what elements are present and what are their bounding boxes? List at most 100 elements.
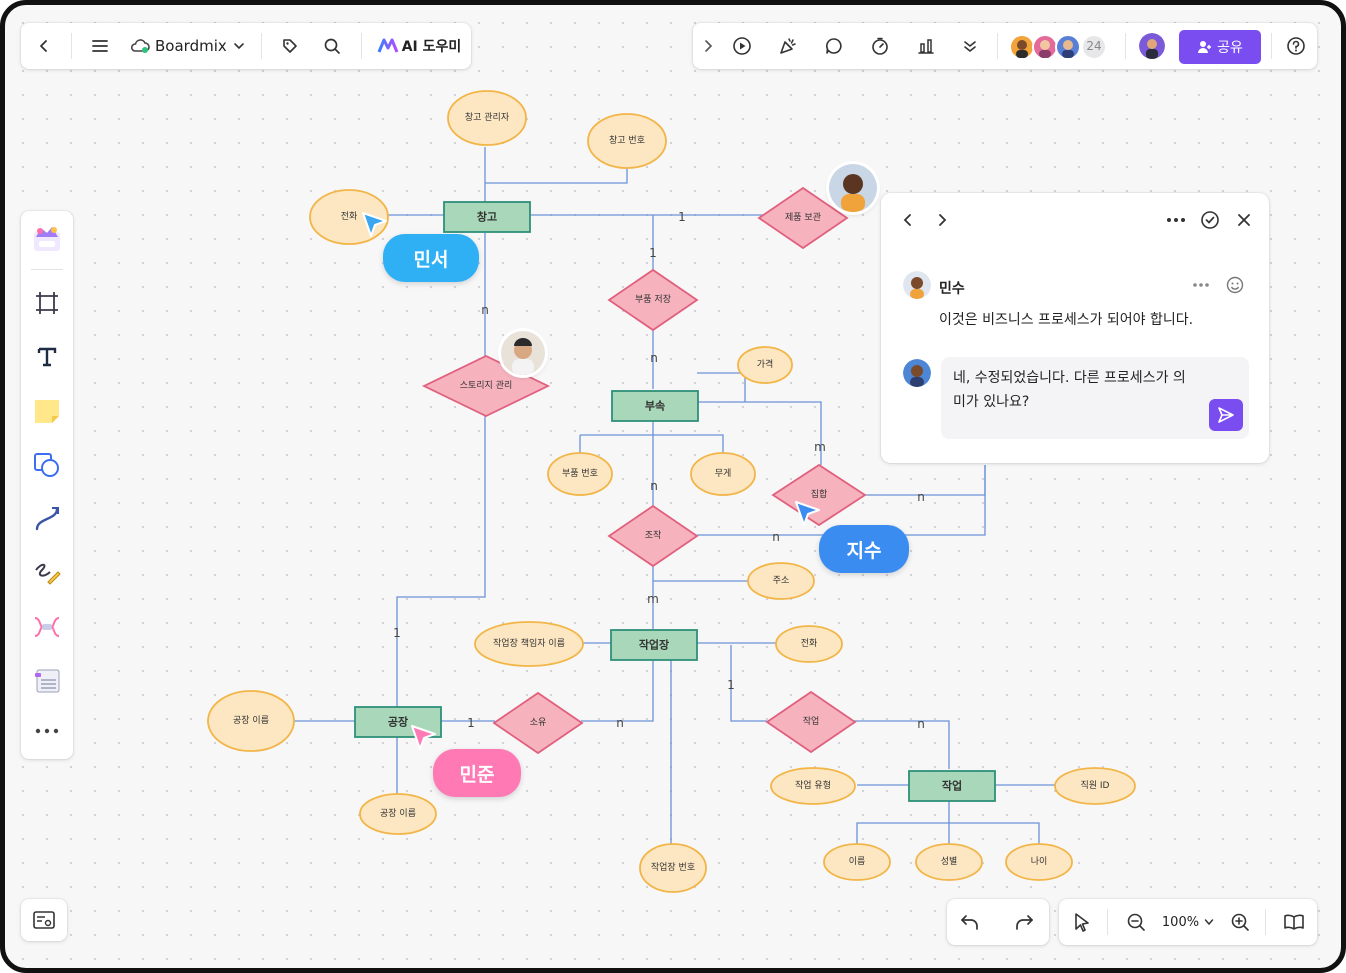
collaborator-avatar (1055, 34, 1081, 60)
zoom-in-icon (1231, 913, 1249, 931)
template-icon (34, 227, 60, 251)
left-toolbar (21, 211, 73, 759)
minimap-icon (33, 911, 55, 929)
relationship-label: 작업 (803, 716, 820, 727)
current-user-avatar[interactable] (1139, 33, 1165, 59)
add-user-icon (1198, 41, 1212, 53)
collaborator-avatar-canvas (501, 331, 545, 375)
pen-tool[interactable] (29, 555, 65, 591)
relationship-label: 소유 (530, 717, 547, 728)
more-tools[interactable] (29, 713, 65, 749)
more-horizontal-icon (35, 728, 59, 734)
timer-button[interactable] (865, 31, 895, 61)
cardinality-label: n (917, 717, 925, 731)
shape-tool[interactable] (29, 447, 65, 483)
attribute-label: 성별 (941, 856, 958, 867)
cardinality-label: 1 (649, 246, 657, 260)
search-button[interactable] (317, 31, 347, 61)
help-button[interactable] (1281, 31, 1311, 61)
next-comment-button[interactable] (929, 207, 955, 233)
help-icon (1287, 37, 1305, 55)
pointer-arrow-icon (1075, 913, 1089, 932)
minimap-button[interactable] (21, 899, 67, 941)
add-reaction-button[interactable] (1223, 273, 1247, 297)
zoom-in-button[interactable] (1225, 907, 1255, 937)
chevron-left-icon (40, 40, 47, 52)
attribute-label: 직원 ID (1080, 780, 1109, 791)
comment-more-button[interactable] (1189, 273, 1213, 297)
zoom-out-button[interactable] (1121, 907, 1151, 937)
present-button[interactable] (727, 31, 757, 61)
celebrate-button[interactable] (773, 31, 803, 61)
board-name-dropdown[interactable]: Boardmix (129, 31, 255, 61)
share-label: 공유 (1217, 40, 1243, 56)
close-comment-button[interactable] (1231, 207, 1257, 233)
frame-tool[interactable] (29, 285, 65, 321)
shapes-icon (34, 453, 59, 477)
mindmap-icon (34, 617, 60, 637)
cardinality-label: m (647, 592, 659, 606)
hamburger-icon (92, 40, 108, 52)
undo-button[interactable] (955, 907, 985, 937)
mindmap-tool[interactable] (29, 609, 65, 645)
send-reply-button[interactable] (1209, 399, 1243, 431)
cursor-label-minjun: 민준 (433, 749, 521, 797)
relationship-label: 제품 보관 (785, 212, 821, 223)
cardinality-label: 1 (393, 626, 401, 640)
cardinality-label: 1 (678, 210, 686, 224)
connector-line (581, 661, 654, 722)
vote-button[interactable] (911, 31, 941, 61)
app-window: 창고 관리자 창고 번호 전화 가격 부품 번호 무게 주소 작업장 책임자 이름 전화 공장 이… (0, 0, 1346, 973)
attribute-label: 작업장 번호 (651, 862, 695, 873)
connector-tool[interactable] (29, 501, 65, 537)
redo-icon (1016, 915, 1033, 930)
resolve-comment-button[interactable] (1197, 207, 1223, 233)
tag-icon (283, 39, 297, 53)
whiteboard-canvas[interactable]: 창고 관리자창고 번호전화가격부품 번호 무게주소작업장 책임자 이름 전화공장 이… (5, 5, 1341, 968)
text-icon (37, 347, 57, 367)
menu-button[interactable] (85, 31, 115, 61)
zoom-level: 100% (1161, 914, 1200, 930)
reply-text-line-1: 네, 수정되었습니다. 다른 프로세스가 의 (953, 370, 1186, 386)
text-tool[interactable] (29, 339, 65, 375)
guide-button[interactable] (1279, 907, 1309, 937)
cardinality-label: n (772, 530, 780, 544)
collaborator-avatar (1032, 34, 1058, 60)
cardinality-label: n (650, 479, 658, 493)
select-tool-button[interactable] (1067, 907, 1097, 937)
sticky-note-tool[interactable] (29, 393, 65, 429)
expand-toolbar-button[interactable] (697, 31, 719, 61)
connector-line (396, 415, 486, 707)
share-button[interactable]: 공유 (1179, 30, 1261, 64)
open-book-icon (1284, 914, 1304, 930)
redo-button[interactable] (1009, 907, 1039, 937)
tag-button[interactable] (275, 31, 305, 61)
cursor-label-jisu: 지수 (819, 525, 909, 573)
relationship-label: 스토리지 관리 (460, 380, 513, 391)
comment-options-button[interactable] (1163, 207, 1189, 233)
comment-body: 이것은 비즈니스 프로세스가 되어야 합니다. (939, 312, 1194, 328)
comment-button[interactable] (819, 31, 849, 61)
entity-label: 작업 (942, 779, 962, 793)
more-tools-button[interactable] (955, 31, 985, 61)
comment-author-name: 민수 (939, 281, 965, 297)
collaborator-avatar (1009, 34, 1035, 60)
ai-assistant-button[interactable]: AI 도우미 (373, 31, 465, 61)
zoom-level-dropdown[interactable]: 100% (1157, 907, 1219, 937)
chevron-left-icon (903, 214, 911, 226)
previous-comment-button[interactable] (895, 207, 921, 233)
undo-icon (961, 915, 978, 930)
cardinality-label: n (917, 490, 925, 504)
party-popper-icon (780, 38, 796, 54)
search-icon (324, 38, 340, 54)
connector-line (853, 720, 950, 769)
collaborator-avatars[interactable]: 24 (1009, 34, 1115, 60)
back-button[interactable] (29, 31, 59, 61)
template-tool[interactable] (29, 221, 65, 257)
reply-input[interactable]: 네, 수정되었습니다. 다른 프로세스가 의 미가 있나요? (941, 357, 1249, 439)
table-tool[interactable] (29, 663, 65, 699)
chevron-right-icon (705, 40, 713, 52)
top-left-toolbar: Boardmix AI 도우미 (21, 23, 471, 69)
attribute-label: 작업장 책임자 이름 (493, 637, 565, 649)
comment-panel: 민수 이것은 비즈니스 프로세스가 되어야 합니다. 네, 수정되었습니다. 다… (881, 193, 1269, 463)
